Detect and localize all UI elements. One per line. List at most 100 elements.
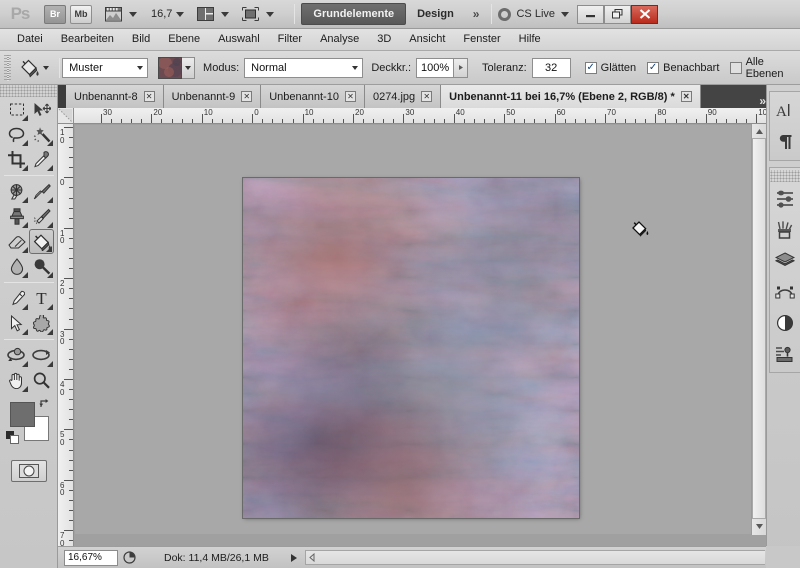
all-layers-checkbox-row[interactable]: Alle Ebenen	[730, 56, 800, 80]
menu-item-analyse[interactable]: Analyse	[311, 29, 368, 50]
ruler-origin[interactable]	[58, 108, 74, 124]
all-layers-checkbox[interactable]	[730, 61, 742, 74]
menu-item-ansicht[interactable]: Ansicht	[400, 29, 454, 50]
spot-healing-brush-tool[interactable]	[4, 179, 29, 204]
rectangular-marquee-tool[interactable]	[4, 97, 29, 122]
menu-item-auswahl[interactable]: Auswahl	[209, 29, 269, 50]
character-panel-icon[interactable]: A	[770, 96, 800, 125]
paint-bucket-preset-caret[interactable]	[43, 65, 50, 70]
options-bar-grip[interactable]	[4, 54, 12, 81]
quick-mask-button[interactable]	[10, 460, 47, 482]
arrange-dropdown-caret[interactable]	[221, 11, 230, 17]
contiguous-checkbox[interactable]: ✓	[647, 61, 660, 74]
magic-wand-tool[interactable]	[29, 122, 54, 147]
vertical-ruler[interactable]: 10 0 10 20 30 40 50 60 70	[58, 124, 74, 550]
menu-item-hilfe[interactable]: Hilfe	[510, 29, 550, 50]
antialias-checkbox-row[interactable]: ✓ Glätten	[584, 61, 636, 74]
tolerance-input[interactable]: 32	[531, 57, 571, 78]
pen-tool[interactable]	[4, 286, 29, 311]
menu-item-bild[interactable]: Bild	[123, 29, 159, 50]
paragraph-panel-icon[interactable]	[770, 127, 800, 156]
menu-item-3d[interactable]: 3D	[368, 29, 400, 50]
history-brush-tool[interactable]	[29, 204, 54, 229]
blur-tool[interactable]	[4, 254, 29, 279]
brush-tool[interactable]	[29, 179, 54, 204]
path-selection-tool[interactable]	[4, 311, 29, 336]
bridge-button[interactable]: Br	[44, 4, 66, 24]
canvas-scroll-area[interactable]	[75, 125, 751, 534]
contiguous-checkbox-row[interactable]: ✓ Benachbart	[647, 61, 719, 74]
pattern-swatch[interactable]	[158, 56, 183, 79]
swap-colors-icon[interactable]	[38, 398, 50, 412]
layer-comps-panel-icon[interactable]	[770, 339, 800, 368]
arrange-documents-icon[interactable]	[193, 4, 217, 24]
close-icon[interactable]: ✕	[680, 91, 692, 102]
custom-shape-tool[interactable]	[29, 311, 54, 336]
mini-bridge-button[interactable]: Mb	[70, 4, 92, 24]
restore-button[interactable]	[604, 4, 632, 24]
paint-bucket-tool[interactable]	[29, 229, 54, 254]
scroll-down-arrow[interactable]	[752, 519, 766, 533]
view-extras-dropdown-caret[interactable]	[129, 11, 137, 17]
menu-item-datei[interactable]: Datei	[8, 29, 52, 50]
default-colors-icon[interactable]	[6, 431, 19, 444]
pattern-picker[interactable]	[158, 56, 196, 79]
document-tab-unbenannt-11[interactable]: Unbenannt-11 bei 16,7% (Ebene 2, RGB/8) …	[441, 85, 701, 108]
thumbnail-icon[interactable]	[118, 551, 140, 564]
close-icon[interactable]: ✕	[344, 91, 356, 102]
horizontal-ruler[interactable]: 3020100102030405060708090100	[58, 108, 766, 124]
status-expand-button[interactable]	[290, 553, 297, 562]
fill-source-select[interactable]: Muster	[62, 57, 149, 78]
masks-panel-icon[interactable]	[770, 308, 800, 337]
close-button[interactable]	[631, 4, 659, 24]
type-tool[interactable]: T	[29, 286, 54, 311]
zoom-tool[interactable]	[29, 368, 54, 393]
document-tab-unbenannt-8[interactable]: Unbenannt-8 ✕	[66, 85, 164, 108]
opacity-slider-button[interactable]	[454, 57, 469, 78]
menu-item-ebene[interactable]: Ebene	[159, 29, 209, 50]
clone-stamp-tool[interactable]	[4, 204, 29, 229]
view-extras-icon[interactable]	[101, 4, 125, 24]
workspace-design-button[interactable]: Design	[406, 8, 465, 20]
workspace-grundelemente-button[interactable]: Grundelemente	[301, 3, 407, 25]
hand-tool[interactable]	[4, 368, 29, 393]
document-artboard[interactable]	[243, 178, 579, 518]
foreground-color-swatch[interactable]	[10, 402, 35, 427]
blend-mode-select[interactable]: Normal	[244, 57, 364, 78]
crop-tool[interactable]	[4, 147, 29, 172]
brush-panel-icon[interactable]	[770, 215, 800, 244]
scroll-up-arrow[interactable]	[752, 124, 766, 138]
zoom-level-input[interactable]: 16,67%	[64, 549, 118, 566]
workspace-more-button[interactable]: »	[465, 7, 486, 21]
minimize-button[interactable]	[577, 4, 605, 24]
close-icon[interactable]: ✕	[143, 91, 155, 102]
document-tab-unbenannt-9[interactable]: Unbenannt-9 ✕	[163, 85, 262, 108]
vertical-scrollbar[interactable]	[751, 124, 766, 535]
menu-item-fenster[interactable]: Fenster	[454, 29, 509, 50]
dodge-tool[interactable]	[29, 254, 54, 279]
antialias-checkbox[interactable]: ✓	[584, 61, 597, 74]
screen-mode-dropdown-caret[interactable]	[266, 11, 275, 17]
zoom-dropdown-caret[interactable]	[176, 11, 185, 17]
3d-camera-rotate-tool[interactable]	[29, 343, 54, 368]
close-icon[interactable]: ✕	[241, 91, 253, 102]
screen-mode-icon[interactable]	[238, 4, 262, 24]
tools-panel-grip[interactable]	[0, 85, 57, 97]
paint-bucket-icon[interactable]	[15, 55, 43, 81]
lasso-tool[interactable]	[4, 122, 29, 147]
menu-item-bearbeiten[interactable]: Bearbeiten	[52, 29, 123, 50]
layers-panel-icon[interactable]	[770, 246, 800, 275]
close-icon[interactable]: ✕	[421, 91, 433, 102]
eyedropper-tool[interactable]	[29, 147, 54, 172]
panel-group-grip[interactable]	[770, 170, 800, 182]
eraser-tool[interactable]	[4, 229, 29, 254]
menu-item-filter[interactable]: Filter	[269, 29, 311, 50]
document-tab-unbenannt-10[interactable]: Unbenannt-10 ✕	[261, 85, 365, 108]
pattern-dropdown-caret[interactable]	[182, 56, 196, 79]
3d-object-rotate-tool[interactable]	[4, 343, 29, 368]
cs-live-button[interactable]: CS Live	[498, 7, 570, 21]
opacity-input[interactable]: 100%	[416, 57, 455, 78]
adjustments-panel-icon[interactable]	[770, 184, 800, 213]
move-tool[interactable]	[29, 97, 54, 122]
document-tab-0274-jpg[interactable]: 0274.jpg ✕	[364, 85, 442, 108]
